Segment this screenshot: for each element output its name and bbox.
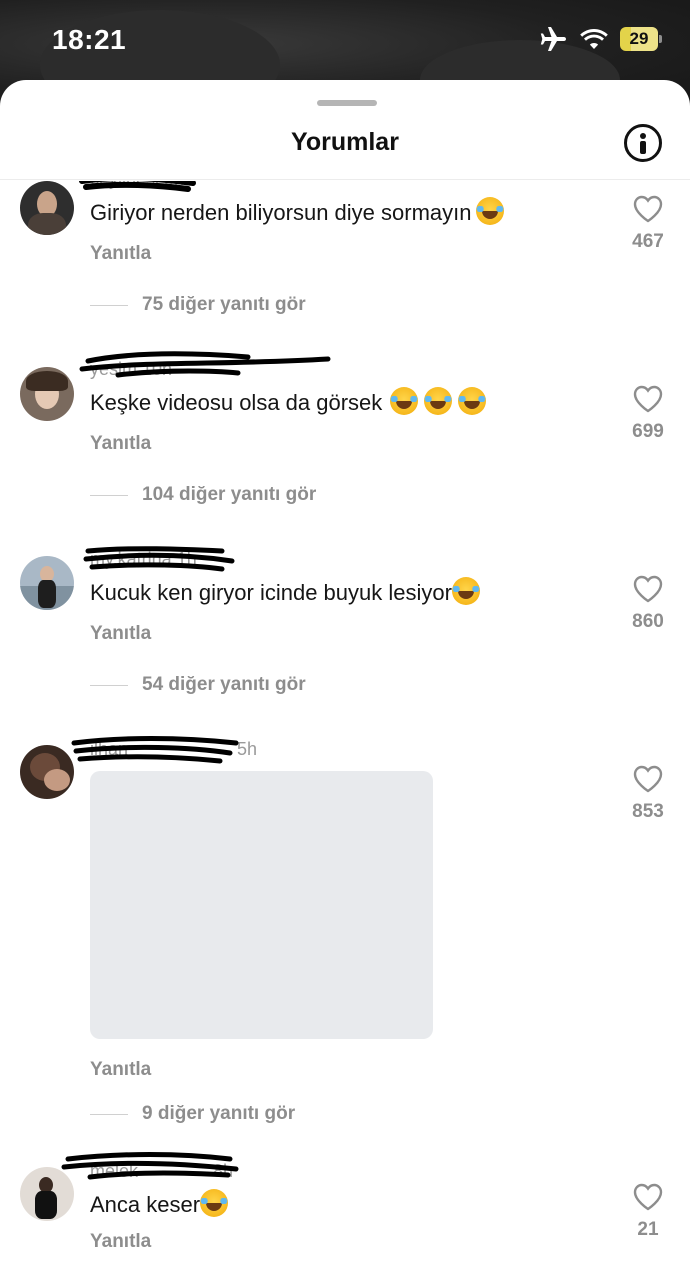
comment-item: ilhan 5h Yanıtla 9 diğer yanıtı gör 853 — [0, 736, 690, 1167]
comment-time: 5h — [237, 739, 258, 759]
avatar[interactable] — [20, 1167, 74, 1221]
laughing-emoji-icon — [200, 1189, 229, 1217]
comment-text: Kucuk ken giryor icinde buyuk lesiyor — [90, 577, 480, 606]
like-count: 21 — [637, 1219, 659, 1240]
avatar[interactable] — [20, 745, 74, 799]
reply-button[interactable]: Yanıtla — [90, 623, 151, 645]
comment-time: 8h — [213, 1161, 234, 1181]
more-replies-label: 9 diğer yanıtı gör — [142, 1103, 296, 1124]
divider-line — [90, 1113, 128, 1115]
like-control[interactable]: 853 — [628, 765, 668, 823]
like-control[interactable]: 860 — [628, 575, 668, 633]
divider-line — [90, 304, 128, 306]
avatar[interactable] — [20, 367, 74, 421]
reply-button[interactable]: Yanıtla — [90, 1231, 151, 1253]
heart-icon[interactable] — [633, 575, 663, 603]
laughing-emoji-icon — [475, 197, 504, 225]
comment-username[interactable]: my.katrina — [90, 549, 172, 569]
battery-level: 29 — [629, 29, 649, 48]
status-bar: 18:21 29 — [0, 0, 690, 80]
view-more-replies[interactable]: 9 diğer yanıtı gör — [90, 1103, 295, 1125]
reply-button[interactable]: Yanıtla — [90, 243, 151, 265]
comment-meta: ceylinesi 8h — [90, 181, 184, 193]
like-control[interactable]: 21 — [628, 1183, 668, 1241]
comment-username[interactable]: ilhan — [90, 739, 128, 759]
laughing-emoji-icon — [390, 387, 419, 415]
comment-meta: my.katrina 1h — [90, 549, 197, 573]
divider-line — [90, 494, 128, 496]
reply-button[interactable]: Yanıtla — [90, 433, 151, 455]
laughing-emoji-icon — [451, 577, 480, 605]
view-more-replies[interactable]: 104 diğer yanıtı gör — [90, 484, 316, 506]
comment-username[interactable]: yesim — [90, 359, 137, 379]
comment-item: my.katrina 1h Kucuk ken giryor icinde bu… — [0, 546, 690, 737]
heart-icon[interactable] — [633, 765, 663, 793]
battery-icon: 29 — [620, 27, 662, 51]
comment-item: melek 8h Anca keser Yanıtla 21 — [0, 1152, 690, 1269]
comment-meta: ilhan 5h — [90, 739, 257, 763]
wifi-icon — [580, 29, 608, 49]
comment-text: Anca keser — [90, 1189, 229, 1218]
laughing-emoji-icon — [458, 387, 487, 415]
comment-item: yesim 10h Keşke videosu olsa da görsek Y… — [0, 351, 690, 547]
divider-line — [90, 684, 128, 686]
comment-meta: melek 8h — [90, 1161, 233, 1185]
heart-icon[interactable] — [633, 1183, 663, 1211]
info-icon[interactable] — [624, 124, 662, 162]
comment-time: 8h — [164, 181, 184, 189]
heart-icon[interactable] — [633, 195, 663, 223]
comment-item: ceylinesi 8h Giriyor nerden biliyorsun d… — [0, 181, 690, 357]
comments-list: ceylinesi 8h Giriyor nerden biliyorsun d… — [0, 181, 690, 1269]
airplane-icon — [540, 27, 566, 51]
comment-text: Keşke videosu olsa da görsek — [90, 387, 487, 416]
like-control[interactable]: 699 — [628, 385, 668, 443]
more-replies-label: 75 diğer yanıtı gör — [142, 294, 306, 315]
heart-icon[interactable] — [633, 385, 663, 413]
comment-time: 10h — [142, 359, 173, 379]
more-replies-label: 104 diğer yanıtı gör — [142, 484, 317, 505]
view-more-replies[interactable]: 54 diğer yanıtı gör — [90, 674, 306, 696]
avatar[interactable] — [20, 556, 74, 610]
comment-text: Giriyor nerden biliyorsun diye sormayın — [90, 197, 504, 226]
sheet-header: Yorumlar — [0, 114, 690, 180]
status-time: 18:21 — [52, 24, 127, 55]
comment-time: 1h — [176, 549, 197, 569]
comment-username[interactable]: ceylinesi — [90, 181, 159, 189]
like-count: 467 — [632, 231, 664, 252]
sheet-title: Yorumlar — [291, 128, 399, 156]
reply-button[interactable]: Yanıtla — [90, 1059, 151, 1081]
comment-username[interactable]: melek — [90, 1161, 138, 1181]
comments-sheet: Yorumlar ceylinesi 8h Giriyor nerden bil… — [0, 80, 690, 1269]
sheet-grabber-handle[interactable] — [317, 100, 377, 106]
view-more-replies[interactable]: 75 diğer yanıtı gör — [90, 294, 306, 316]
like-count: 853 — [632, 801, 664, 822]
like-count: 699 — [632, 421, 664, 442]
comment-meta: yesim 10h — [90, 359, 172, 383]
more-replies-label: 54 diğer yanıtı gör — [142, 674, 306, 695]
laughing-emoji-icon — [424, 387, 453, 415]
status-icons: 29 — [540, 26, 662, 52]
like-count: 860 — [632, 611, 664, 632]
like-control[interactable]: 467 — [628, 195, 668, 253]
comment-media-image[interactable] — [90, 771, 433, 1039]
avatar[interactable] — [20, 181, 74, 235]
